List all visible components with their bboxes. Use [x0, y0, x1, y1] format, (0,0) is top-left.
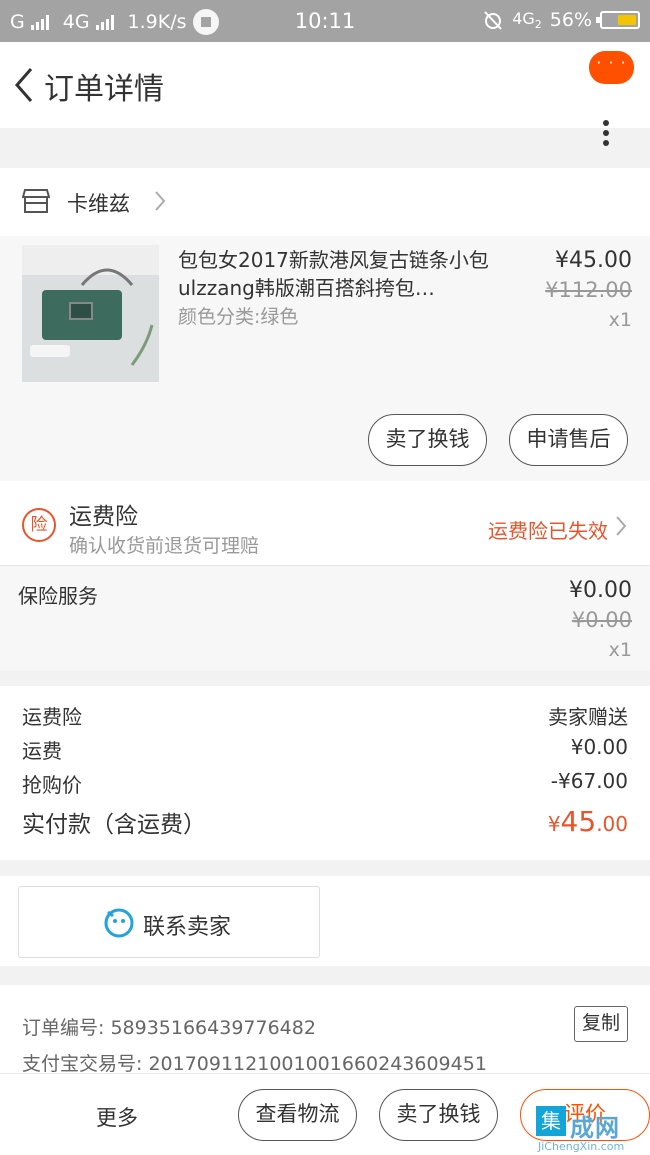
fee-label: 运费: [22, 739, 62, 763]
fee-label: 运费险: [22, 705, 82, 729]
more-menu-icon[interactable]: [603, 120, 609, 146]
insurance-service-row: 保险服务 ¥0.00 ¥0.00 x1: [0, 565, 650, 671]
service-price: ¥0.00: [569, 578, 632, 603]
chevron-right-icon: [155, 191, 166, 211]
insurance-status: 运费险已失效: [488, 519, 608, 543]
nav-bar: 订单详情 · · ·: [0, 42, 650, 146]
product-thumbnail[interactable]: [22, 245, 159, 382]
shop-row[interactable]: 卡维兹: [0, 168, 650, 236]
product-quantity: x1: [608, 309, 632, 331]
insurance-subtitle: 确认收货前退货可理赔: [69, 535, 260, 557]
sell-item-button[interactable]: 卖了换钱: [368, 414, 487, 466]
service-quantity: x1: [608, 639, 632, 661]
apply-aftersale-button[interactable]: 申请售后: [509, 414, 628, 466]
product-spec: 颜色分类:绿色: [178, 306, 299, 328]
watermark-text: 成网: [570, 1114, 620, 1142]
page-title: 订单详情: [44, 72, 164, 107]
total-amount: ¥45.00: [548, 805, 628, 838]
fee-value: 卖家赠送: [548, 705, 628, 729]
contact-seller-label: 联系卖家: [143, 915, 232, 940]
shop-icon: [22, 189, 50, 213]
order-number: 订单编号: 58935166439776482: [22, 1017, 316, 1039]
product-price: ¥45.00: [555, 248, 632, 273]
battery-icon: [596, 11, 640, 30]
shipping-insurance-row[interactable]: 险 运费险 确认收货前退货可理赔 运费险已失效: [0, 481, 650, 565]
network-type-label: 4G: [512, 9, 535, 28]
bag-image: [22, 245, 159, 382]
total-decimal: .00: [596, 812, 628, 836]
battery-percent: 56%: [549, 9, 592, 32]
copy-button[interactable]: 复制: [574, 1006, 628, 1042]
sell-button[interactable]: 卖了换钱: [379, 1089, 498, 1141]
chevron-right-icon: [616, 516, 627, 536]
fee-row: 抢购价 -¥67.00: [22, 769, 628, 798]
fee-summary: 运费险 卖家赠送 运费 ¥0.00 抢购价 -¥67.00 实付款（含运费） ¥…: [0, 686, 650, 860]
total-row: 实付款（含运费） ¥45.00: [22, 805, 628, 839]
service-label: 保险服务: [18, 584, 98, 608]
total-currency: ¥: [547, 812, 561, 836]
status-bar: G 4G 1.9K/s 10:11 4G2 56%: [0, 0, 650, 42]
fee-row: 运费险 卖家赠送: [22, 701, 628, 730]
order-info: 订单编号: 58935166439776482 支付宝交易号: 20170911…: [0, 985, 650, 1075]
service-original-price: ¥0.00: [571, 608, 632, 632]
watermark-url: JiChengXin.com: [538, 1140, 625, 1153]
insurance-badge-icon: 险: [22, 508, 56, 542]
fee-row: 运费 ¥0.00: [22, 735, 628, 764]
insurance-title: 运费险: [69, 504, 138, 530]
fee-value: ¥0.00: [570, 735, 628, 759]
view-logistics-button[interactable]: 查看物流: [238, 1089, 357, 1141]
total-label: 实付款（含运费）: [22, 812, 206, 838]
watermark-logo: 集 成网 JiChengXin.com: [532, 1106, 650, 1155]
more-button[interactable]: 更多: [96, 1102, 138, 1132]
battery-fill: [618, 15, 636, 26]
message-bubble-icon[interactable]: · · ·: [589, 51, 634, 84]
contact-seller-button[interactable]: 联系卖家: [18, 886, 320, 958]
alarm-off-icon: [484, 11, 502, 30]
network-type-sub: 2: [534, 18, 542, 32]
contact-section: 联系卖家: [0, 876, 650, 966]
shop-name: 卡维兹: [67, 192, 130, 216]
alipay-trade-number: 支付宝交易号: 2017091121001001660243609451: [22, 1053, 487, 1075]
product-title[interactable]: 包包女2017新款港风复古链条小包ulzzang韩版潮百搭斜挎包…: [178, 246, 498, 302]
order-item[interactable]: 包包女2017新款港风复古链条小包ulzzang韩版潮百搭斜挎包… 颜色分类:绿…: [0, 236, 650, 481]
total-integer: 45: [560, 805, 597, 838]
fee-label: 抢购价: [22, 773, 82, 797]
watermark-box: 集: [536, 1106, 566, 1136]
fee-value: -¥67.00: [550, 769, 628, 793]
product-original-price: ¥112.00: [545, 278, 632, 302]
chat-face-icon: [104, 908, 134, 938]
back-arrow-icon[interactable]: [14, 66, 34, 104]
network-type: 4G2: [512, 9, 542, 31]
status-right: 4G2 56%: [482, 9, 640, 31]
